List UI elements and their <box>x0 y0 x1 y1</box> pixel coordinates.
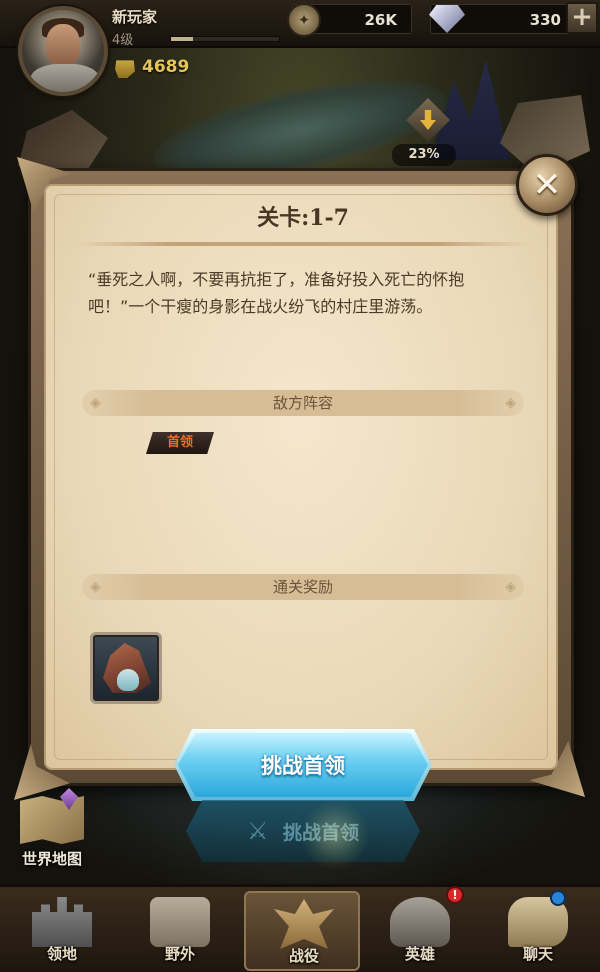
player-avatar[interactable] <box>18 6 108 96</box>
gold-amount: 26K <box>364 11 398 29</box>
castle-icon <box>32 897 92 947</box>
challenge-boss-label: 挑战首领 <box>261 754 345 778</box>
battle-icon <box>274 899 334 949</box>
nav-item-heroes[interactable]: 英雄 <box>362 891 478 971</box>
sparkle-effect <box>300 800 370 870</box>
nav-label: 聊天 <box>522 945 553 963</box>
nav-label: 英雄 <box>404 945 435 963</box>
nav-item-chat[interactable]: 聊天 <box>480 891 596 971</box>
nav-label: 战役 <box>288 947 319 965</box>
avatar-armor <box>30 64 100 92</box>
gold-resource[interactable]: ✦ 26K <box>287 3 412 37</box>
stage-dialog: 关卡:1-7 “垂死之人啊，不要再抗拒了，准备好投入死亡的怀抱吧！”一个干瘦的身… <box>44 184 558 770</box>
tower-upgrade-icon <box>406 98 450 142</box>
fist-icon <box>115 60 135 78</box>
avatar-face <box>46 24 80 66</box>
map-icon <box>20 796 84 844</box>
player-name: 新玩家 <box>112 8 158 26</box>
gem-resource[interactable]: 330 <box>429 4 570 34</box>
tower-percent: 23% <box>392 144 456 166</box>
player-level: 4级 <box>112 33 134 48</box>
world-map-button[interactable]: 世界地图 <box>12 788 92 872</box>
clear-reward-header: 通关奖励 <box>82 574 524 600</box>
challenge-boss-button[interactable]: 挑战首领 <box>178 733 428 797</box>
tower-progress[interactable]: 23% <box>392 98 462 166</box>
nav-label: 野外 <box>164 945 195 963</box>
xp-bar-fill <box>171 37 193 41</box>
enemy-lineup-header: 敌方阵容 <box>82 390 524 416</box>
power-value: 4689 <box>142 57 190 77</box>
world-map-label: 世界地图 <box>21 850 82 868</box>
coin-icon: ✦ <box>287 3 321 37</box>
nav-item-wilds[interactable]: 野外 <box>122 891 238 971</box>
gem-amount: 330 <box>529 11 561 29</box>
hood-lining <box>117 669 139 691</box>
xp-bar <box>170 36 280 42</box>
stage-title: 关卡:1-7 <box>257 205 349 231</box>
power-display: 4689 <box>114 54 189 80</box>
scroll-icon <box>150 897 210 947</box>
diamond-icon <box>429 5 465 33</box>
boss-tag: 首领 <box>146 432 214 454</box>
stage-description: “垂死之人啊，不要再抗拒了，准备好投入死亡的怀抱吧！”一个干瘦的身影在战火纷飞的… <box>88 270 465 316</box>
chat-notification-dot <box>550 890 566 906</box>
reward-item[interactable] <box>90 632 162 704</box>
nav-item-campaign[interactable]: 战役 <box>244 891 360 971</box>
hero-alert-badge: ! <box>446 886 464 904</box>
add-gems-button[interactable]: + <box>566 2 598 34</box>
nav-item-territory[interactable]: 领地 <box>4 891 120 971</box>
bottom-nav: 领地 野外 战役 英雄 聊天 <box>0 884 600 972</box>
nav-label: 领地 <box>46 945 77 963</box>
close-button[interactable]: ✕ <box>516 154 578 216</box>
hero-icon <box>390 897 450 947</box>
close-icon: ✕ <box>532 165 562 205</box>
crossed-swords-icon: ⚔ <box>246 817 269 845</box>
title-divider <box>76 242 530 246</box>
